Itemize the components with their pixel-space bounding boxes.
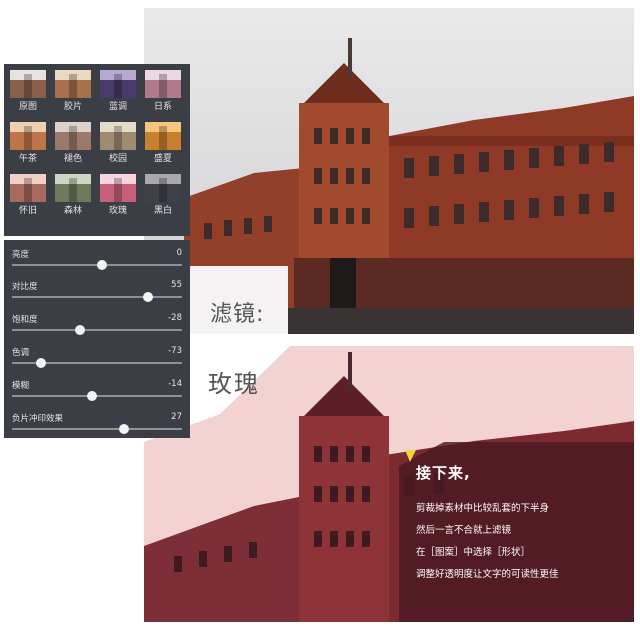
filter-thumb-original[interactable]: [10, 70, 46, 98]
thumb-image: [10, 70, 46, 98]
filter-thumb-blue[interactable]: [100, 70, 136, 98]
filter-label-blue: 蓝调: [108, 102, 127, 112]
thumb-image: [100, 70, 136, 98]
saturation-slider[interactable]: [12, 325, 182, 335]
saturation-label: 饱和度: [12, 315, 38, 325]
selected-filter-name: 玫瑰: [208, 370, 260, 398]
cross-process-slider[interactable]: [12, 424, 182, 434]
contrast-value: 55: [171, 280, 182, 290]
thumb-image: [55, 122, 91, 150]
thumb-image: [100, 174, 136, 202]
hue-value: -73: [168, 346, 182, 356]
thumb-image: [100, 122, 136, 150]
cross-process-label: 负片冲印效果: [12, 414, 64, 424]
filter-preset-panel: 原图 胶片 蓝调 日系 午茶 褪色 校园 盛夏 怀旧 森林 玫瑰 黑白: [4, 64, 190, 236]
brightness-label: 亮度: [12, 250, 30, 260]
cross-process-slider-knob[interactable]: [119, 424, 130, 434]
contrast-label: 对比度: [12, 282, 38, 292]
brightness-slider[interactable]: [12, 260, 182, 270]
overlay-line-3: 在［图案］中选择［形状］: [416, 547, 531, 558]
hue-label: 色调: [12, 348, 30, 358]
contrast-slider[interactable]: [12, 292, 182, 302]
filter-thumb-faded[interactable]: [55, 122, 91, 150]
filter-label-forest: 森林: [63, 206, 82, 216]
overlay-line-2: 然后一言不合就上滤镜: [416, 525, 512, 536]
filter-label-rose: 玫瑰: [108, 206, 127, 216]
hue-slider-knob[interactable]: [35, 358, 46, 368]
overlay-line-1: 剪裁掉素材中比较乱套的下半身: [416, 503, 550, 514]
filter-label-afternoon-tea: 午茶: [18, 154, 37, 164]
overlay-line-4: 调整好透明度让文字的可读性更佳: [416, 569, 559, 580]
filter-label-midsummer: 盛夏: [153, 154, 172, 164]
filter-section-title: 滤镜:: [210, 302, 265, 327]
thumb-image: [145, 122, 181, 150]
filter-label-japan: 日系: [153, 102, 172, 112]
cross-process-value: 27: [171, 412, 182, 422]
blur-label: 模糊: [12, 381, 30, 391]
filter-label-original: 原图: [18, 102, 37, 112]
thumb-image: [10, 122, 46, 150]
filter-thumb-nostalgia[interactable]: [10, 174, 46, 202]
blur-value: -14: [168, 379, 182, 389]
thumb-image: [55, 70, 91, 98]
filter-label-faded: 褪色: [63, 154, 82, 164]
filter-label-bw: 黑白: [153, 206, 172, 216]
brightness-value: 0: [176, 248, 182, 258]
filter-thumb-forest[interactable]: [55, 174, 91, 202]
filter-thumb-japan[interactable]: [145, 70, 181, 98]
thumb-image: [145, 70, 181, 98]
filter-label-nostalgia: 怀旧: [18, 206, 37, 216]
adjustment-panel: 亮度 0 对比度 55 饱和度 -28 色调 -73 模糊 -14 负片冲印效果…: [4, 240, 190, 438]
saturation-value: -28: [168, 313, 182, 323]
blur-slider-knob[interactable]: [86, 391, 97, 401]
filter-thumb-bw[interactable]: [145, 174, 181, 202]
filter-thumb-midsummer[interactable]: [145, 122, 181, 150]
thumb-image: [55, 174, 91, 202]
contrast-slider-knob[interactable]: [143, 292, 153, 302]
thumb-image: [10, 174, 46, 202]
brightness-slider-knob[interactable]: [97, 260, 108, 270]
filter-thumb-afternoon-tea[interactable]: [10, 122, 46, 150]
filter-label-campus: 校园: [108, 154, 127, 164]
hue-slider[interactable]: [12, 358, 182, 368]
saturation-slider-knob[interactable]: [75, 325, 85, 335]
filter-thumb-rose[interactable]: [100, 174, 136, 202]
filter-label-film: 胶片: [63, 102, 82, 112]
overlay-heading: 接下来,: [416, 464, 471, 482]
thumb-image: [145, 174, 181, 202]
blur-slider[interactable]: [12, 391, 182, 401]
filter-thumb-campus[interactable]: [100, 122, 136, 150]
filter-thumb-film[interactable]: [55, 70, 91, 98]
